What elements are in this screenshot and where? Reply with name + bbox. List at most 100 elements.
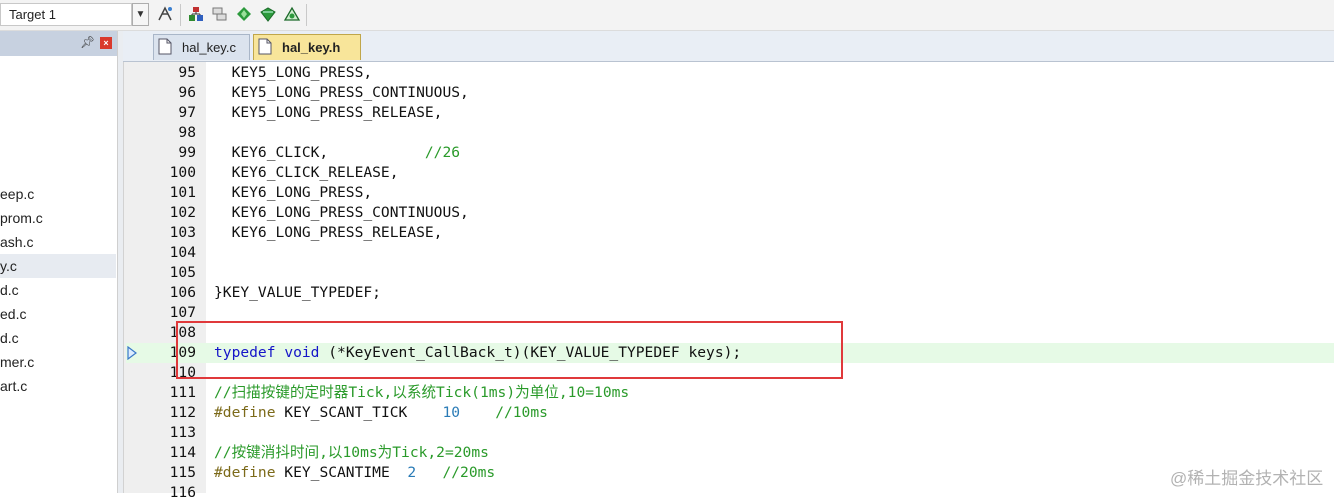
code-line[interactable]: 106 }KEY_VALUE_TYPEDEF; <box>126 283 1334 303</box>
project-file-item[interactable]: ash.c <box>0 230 116 254</box>
code-text: KEY6_LONG_PRESS, <box>214 183 373 203</box>
project-panel: 📌︎ × eep.c prom.c ash.c y.c d.c ed.c d.c mer.c a… <box>0 31 118 493</box>
code-text: KEY6_CLICK_RELEASE, <box>214 163 399 183</box>
code-token: KEY6_LONG_PRESS, <box>214 184 373 201</box>
code-token: //按键消抖时间,以10ms为Tick,2=20ms <box>214 444 489 461</box>
code-line[interactable]: 107 <box>126 303 1334 323</box>
line-number: 103 <box>169 224 196 241</box>
options-for-target-icon[interactable] <box>155 4 175 24</box>
code-line[interactable]: 98 <box>126 123 1334 143</box>
line-number: 107 <box>169 304 196 321</box>
code-line[interactable]: 97 KEY5_LONG_PRESS_RELEASE, <box>126 103 1334 123</box>
manage-project-icon[interactable] <box>186 4 206 24</box>
project-file-item[interactable]: art.c <box>0 374 116 398</box>
line-number: 96 <box>178 84 196 101</box>
code-text: KEY5_LONG_PRESS_RELEASE, <box>214 103 443 123</box>
code-text: KEY6_LONG_PRESS_RELEASE, <box>214 223 443 243</box>
code-token: //10ms <box>495 404 548 421</box>
code-token: //20ms <box>442 464 496 481</box>
code-line[interactable]: 111 //扫描按键的定时器Tick,以系统Tick(1ms)为单位,10=10m… <box>126 383 1334 403</box>
manage-runtime-icon[interactable] <box>282 4 302 24</box>
line-number: 111 <box>169 384 196 401</box>
code-line[interactable]: 99 KEY6_CLICK, //26 <box>126 143 1334 163</box>
code-line[interactable]: 100 KEY6_CLICK_RELEASE, <box>126 163 1334 183</box>
project-panel-header: 📌︎ × <box>0 31 117 56</box>
code-line[interactable]: 102 KEY6_LONG_PRESS_CONTINUOUS, <box>126 203 1334 223</box>
chevron-down-icon[interactable]: ▼ <box>132 3 149 26</box>
line-number: 105 <box>169 264 196 281</box>
code-token: KEY_SCANT_TICK <box>275 404 443 421</box>
code-text: KEY5_LONG_PRESS, <box>214 63 373 83</box>
project-file-item[interactable]: prom.c <box>0 206 116 230</box>
code-line[interactable]: 95 KEY5_LONG_PRESS, <box>126 63 1334 83</box>
toolbar-separator <box>180 4 181 26</box>
code-line[interactable]: 103 KEY6_LONG_PRESS_RELEASE, <box>126 223 1334 243</box>
code-token: KEY6_CLICK_RELEASE, <box>214 164 399 181</box>
code-line[interactable]: 114 //按键消抖时间,以10ms为Tick,2=20ms <box>126 443 1334 463</box>
line-number: 104 <box>169 244 196 261</box>
line-number: 116 <box>169 484 196 501</box>
code-token: KEY5_LONG_PRESS_RELEASE, <box>214 104 443 121</box>
tab-hal-key-h[interactable]: hal_key.h <box>253 34 361 60</box>
code-line[interactable]: 96 KEY5_LONG_PRESS_CONTINUOUS, <box>126 83 1334 103</box>
line-number: 102 <box>169 204 196 221</box>
code-token: KEY_SCANTIME <box>275 464 408 481</box>
project-file-item[interactable]: ed.c <box>0 302 116 326</box>
select-packs-icon[interactable] <box>234 4 254 24</box>
line-number: 115 <box>169 464 196 481</box>
file-icon <box>158 38 172 58</box>
line-number: 113 <box>169 424 196 441</box>
code-token: KEY6_LONG_PRESS_RELEASE, <box>214 224 443 241</box>
watermark: @稀土掘金技术社区 <box>1170 469 1324 488</box>
pack-installer-icon[interactable] <box>258 4 278 24</box>
code-token: KEY5_LONG_PRESS_CONTINUOUS, <box>214 84 469 101</box>
tab-label: hal_key.h <box>282 40 341 55</box>
tab-hal-key-c[interactable]: hal_key.c <box>153 34 250 60</box>
project-file-item[interactable]: eep.c <box>0 182 116 206</box>
execution-arrow-icon <box>127 345 137 365</box>
code-text: KEY5_LONG_PRESS_CONTINUOUS, <box>214 83 469 103</box>
code-line[interactable]: 104 <box>126 243 1334 263</box>
code-token: #define <box>214 404 276 421</box>
code-text: //按键消抖时间,以10ms为Tick,2=20ms <box>214 443 489 463</box>
line-number: 97 <box>178 104 196 121</box>
line-number: 99 <box>178 144 196 161</box>
project-file-item[interactable]: d.c <box>0 278 116 302</box>
code-token: KEY6_CLICK, <box>214 144 425 161</box>
project-file-item[interactable]: d.c <box>0 326 116 350</box>
file-extensions-icon[interactable] <box>210 4 230 24</box>
code-line[interactable]: 116 <box>126 483 1334 503</box>
line-number: 106 <box>169 284 196 301</box>
code-token: //扫描按键的定时器Tick,以系统Tick(1ms)为单位,10=10ms <box>214 384 630 401</box>
code-token: KEY5_LONG_PRESS, <box>214 64 373 81</box>
code-text: }KEY_VALUE_TYPEDEF; <box>214 283 381 303</box>
line-number: 114 <box>169 444 196 461</box>
project-file-item[interactable]: mer.c <box>0 350 116 374</box>
code-token: 2 <box>407 464 417 481</box>
code-line[interactable]: 112 #define KEY_SCANT_TICK 10 //10ms <box>126 403 1334 423</box>
file-icon <box>258 38 272 58</box>
line-number: 112 <box>169 404 196 421</box>
code-text: //扫描按键的定时器Tick,以系统Tick(1ms)为单位,10=10ms <box>214 383 629 403</box>
annotation-highlight-box <box>176 321 843 379</box>
code-text: #define KEY_SCANTIME 2 //20ms <box>214 463 495 483</box>
code-text: KEY6_CLICK, //26 <box>214 143 460 163</box>
toolbar: Target 1 ▼ <box>0 0 1334 31</box>
code-token: #define <box>214 464 276 481</box>
code-text: KEY6_LONG_PRESS_CONTINUOUS, <box>214 203 469 223</box>
code-line[interactable]: 101 KEY6_LONG_PRESS, <box>126 183 1334 203</box>
close-icon[interactable]: × <box>100 37 112 49</box>
code-line[interactable]: 105 <box>126 263 1334 283</box>
code-line[interactable]: 115 #define KEY_SCANTIME 2 //20ms <box>126 463 1334 483</box>
pin-icon[interactable]: 📌︎ <box>80 35 95 49</box>
project-file-item[interactable]: y.c <box>0 254 116 278</box>
target-select[interactable]: Target 1 <box>0 3 132 26</box>
code-token: //26 <box>424 144 461 161</box>
toolbar-separator <box>306 4 307 26</box>
line-number: 98 <box>178 124 196 141</box>
code-line[interactable]: 113 <box>126 423 1334 443</box>
code-token: KEY6_LONG_PRESS_CONTINUOUS, <box>214 204 469 221</box>
line-number: 95 <box>178 64 196 81</box>
